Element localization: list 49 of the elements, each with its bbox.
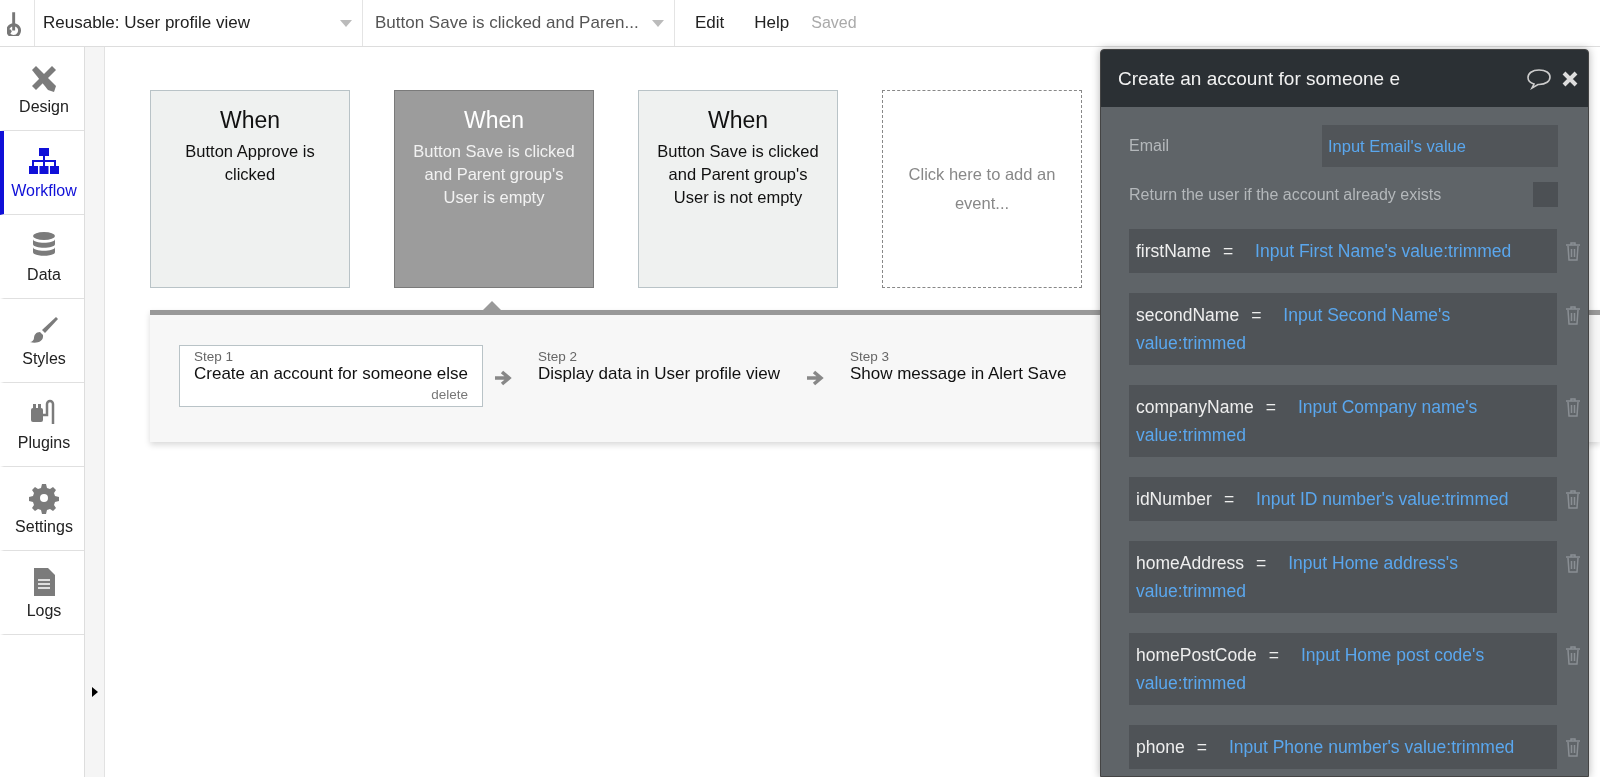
- field-assignment[interactable]: companyName = Input Company name's value:trimmed: [1129, 385, 1557, 457]
- sidebar-item[interactable]: Design: [0, 47, 84, 131]
- sidebar-item[interactable]: Plugins: [0, 383, 84, 467]
- close-icon[interactable]: [1562, 70, 1578, 87]
- sidebar-item[interactable]: Logs: [0, 551, 84, 635]
- event-condition: Button Approve is clicked: [184, 141, 316, 185]
- panel-title: Create an account for someone e: [1118, 67, 1401, 90]
- event-title: When: [219, 107, 281, 134]
- field-assignment[interactable]: firstName = Input First Name's value:trimmed: [1129, 229, 1557, 273]
- field-assignment[interactable]: homeAddress = Input Home address's value:trimmed: [1129, 541, 1557, 613]
- trash-icon[interactable]: [1565, 397, 1581, 417]
- trash-icon[interactable]: [1565, 241, 1581, 261]
- sidebar-item[interactable]: Styles: [0, 299, 84, 383]
- caret-icon: [652, 19, 664, 27]
- trash-icon[interactable]: [1565, 737, 1581, 757]
- arrow-right-icon: [493, 369, 514, 387]
- event-title: When: [463, 107, 525, 134]
- gear-icon: [28, 481, 60, 514]
- trash-icon[interactable]: [1565, 645, 1581, 665]
- sidebar-item[interactable]: Data: [0, 215, 84, 299]
- trash-icon[interactable]: [1565, 553, 1581, 573]
- field-assignment[interactable]: homePostCode = Input Home post code's value:trimmed: [1129, 633, 1557, 705]
- menu-item[interactable]: Help: [754, 13, 790, 33]
- save-status: Saved: [811, 14, 857, 32]
- trash-icon[interactable]: [1565, 305, 1581, 325]
- workflow-step[interactable]: Step 2 Display data in User profile view: [523, 345, 795, 389]
- menu-item[interactable]: Edit: [695, 13, 725, 33]
- page-dropdown[interactable]: Reusable: User profile view: [35, 0, 363, 46]
- workflow-dropdown[interactable]: Button Save is clicked and Paren...: [363, 0, 675, 46]
- event-card[interactable]: When Button Save is clicked and Parent group's User is not empty: [638, 90, 838, 288]
- delete-link[interactable]: delete: [431, 387, 469, 402]
- event-condition: Button Save is clicked and Parent group's User is empty: [412, 141, 576, 208]
- field-assignment[interactable]: phone = Input Phone number's value:trimmed: [1129, 725, 1557, 769]
- trash-icon[interactable]: [1565, 489, 1581, 509]
- field-label: Email: [1129, 137, 1169, 155]
- caret-icon: [340, 19, 352, 27]
- workflow-step[interactable]: Step 3 Show message in Alert Save: [834, 345, 1082, 389]
- field-assignment[interactable]: idNumber = Input ID number's value:trimmed: [1129, 477, 1557, 521]
- sidebar-item[interactable]: Settings: [0, 467, 84, 551]
- workflow-step[interactable]: Step 1 Create an account for someone else delete: [179, 345, 484, 407]
- field-label: Return the user if the account already exists: [1129, 185, 1442, 204]
- event-card[interactable]: When Button Approve is clicked: [150, 90, 350, 288]
- event-title: When: [707, 107, 769, 134]
- arrow-right-icon: [804, 369, 825, 387]
- speech-bubble-icon[interactable]: [1526, 67, 1552, 90]
- event-condition: Button Save is clicked and Parent group's User is not empty: [656, 141, 820, 208]
- expand-arrow-icon[interactable]: [91, 687, 98, 697]
- add-event-card[interactable]: Click here to add an event...: [882, 90, 1082, 288]
- field-assignment[interactable]: secondName = Input Second Name's value:trimmed: [1129, 293, 1557, 365]
